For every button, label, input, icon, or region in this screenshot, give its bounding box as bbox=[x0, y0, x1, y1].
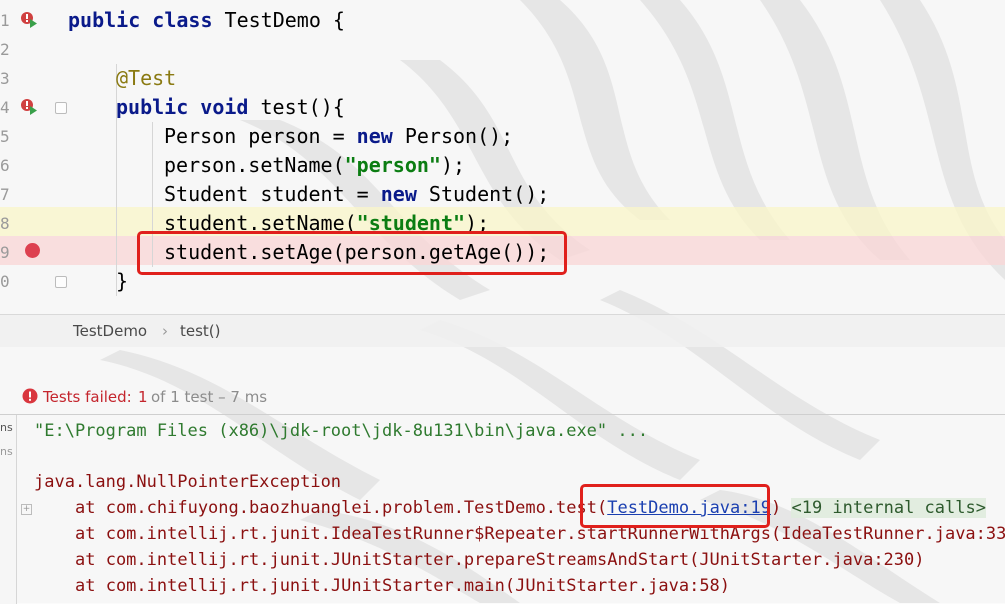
console-side-panel: ns ns bbox=[0, 415, 17, 604]
line-number: 5 bbox=[0, 127, 10, 146]
command-line: "E:\Program Files (x86)\jdk-root\jdk-8u1… bbox=[34, 421, 649, 441]
exception-line: java.lang.NullPointerException bbox=[34, 472, 342, 492]
line-number: 2 bbox=[0, 40, 10, 59]
highlight-box bbox=[137, 231, 567, 275]
breakpoint-icon[interactable] bbox=[25, 243, 40, 258]
code-text: ); bbox=[440, 153, 466, 177]
code-line: Student student = new Student(); bbox=[164, 180, 549, 209]
internal-calls-fold[interactable]: <19 internal calls> bbox=[791, 498, 986, 518]
side-label: ns bbox=[0, 445, 13, 458]
code-line: @Test bbox=[116, 64, 176, 93]
code-line: person.setName("person"); bbox=[164, 151, 465, 180]
code-text: TestDemo { bbox=[212, 8, 345, 32]
run-test-class-icon[interactable] bbox=[20, 11, 38, 29]
annotation: @Test bbox=[116, 66, 177, 90]
breadcrumb: TestDemo › test() bbox=[0, 314, 1005, 347]
line-number: 1 bbox=[0, 11, 10, 30]
breadcrumb-method[interactable]: test() bbox=[180, 322, 221, 340]
line-number: 7 bbox=[0, 185, 10, 204]
keyword: void bbox=[200, 95, 249, 119]
line-number: 8 bbox=[0, 214, 10, 233]
keyword: new bbox=[356, 124, 393, 148]
tests-failed-count: 1 bbox=[138, 388, 148, 406]
stack-trace-line: at com.intellij.rt.junit.IdeaTestRunner$… bbox=[75, 524, 1005, 544]
stack-trace-line: at com.intellij.rt.junit.JUnitStarter.pr… bbox=[75, 550, 925, 570]
trace-text: at com.chifuyong.baozhuanglei.problem.Te… bbox=[75, 498, 608, 518]
trace-text: ) bbox=[770, 498, 782, 518]
code-line: } bbox=[116, 269, 129, 293]
keyword: public class bbox=[68, 8, 213, 32]
fold-icon[interactable] bbox=[55, 276, 67, 288]
stack-trace-line: at com.chifuyong.baozhuanglei.problem.Te… bbox=[75, 495, 986, 521]
line-number: 0 bbox=[0, 272, 10, 291]
keyword: new bbox=[380, 182, 417, 206]
editor-gutter[interactable]: 1 2 3 4 5 6 7 8 9 0 bbox=[0, 0, 67, 314]
line-number: 9 bbox=[0, 243, 10, 262]
code-text: test(){ bbox=[248, 95, 345, 119]
code-text: Student student = bbox=[164, 182, 381, 206]
fold-icon[interactable] bbox=[55, 102, 67, 114]
line-number: 4 bbox=[0, 98, 10, 117]
run-console[interactable]: ns ns "E:\Program Files (x86)\jdk-root\j… bbox=[0, 414, 1005, 604]
code-text: Person person = bbox=[164, 124, 357, 148]
breadcrumb-separator: › bbox=[162, 322, 168, 340]
line-number: 6 bbox=[0, 156, 10, 175]
error-icon bbox=[22, 388, 38, 404]
test-status-bar: Tests failed: 1 of 1 test – 7 ms bbox=[0, 380, 1005, 414]
code-text: Student(); bbox=[416, 182, 550, 206]
tests-summary: of 1 test – 7 ms bbox=[151, 388, 268, 406]
tests-failed-label: Tests failed: bbox=[43, 388, 132, 406]
expand-icon[interactable]: + bbox=[21, 504, 32, 515]
run-test-method-icon[interactable] bbox=[20, 98, 38, 116]
code-line: Person person = new Person(); bbox=[164, 122, 513, 151]
string-literal: "person" bbox=[344, 153, 441, 177]
code-line: public class TestDemo { bbox=[68, 6, 345, 35]
code-text: person.setName( bbox=[164, 153, 345, 177]
breadcrumb-class[interactable]: TestDemo bbox=[73, 322, 147, 340]
highlight-box bbox=[580, 484, 770, 528]
code-text: Person(); bbox=[392, 124, 514, 148]
side-label: ns bbox=[0, 421, 13, 434]
stack-trace-line: at com.intellij.rt.junit.JUnitStarter.ma… bbox=[75, 576, 731, 596]
line-number: 3 bbox=[0, 69, 10, 88]
code-editor[interactable]: 1 2 3 4 5 6 7 8 9 0 public class TestDem… bbox=[0, 0, 1005, 314]
keyword: public bbox=[116, 95, 189, 119]
code-line: public void test(){ bbox=[116, 93, 345, 122]
